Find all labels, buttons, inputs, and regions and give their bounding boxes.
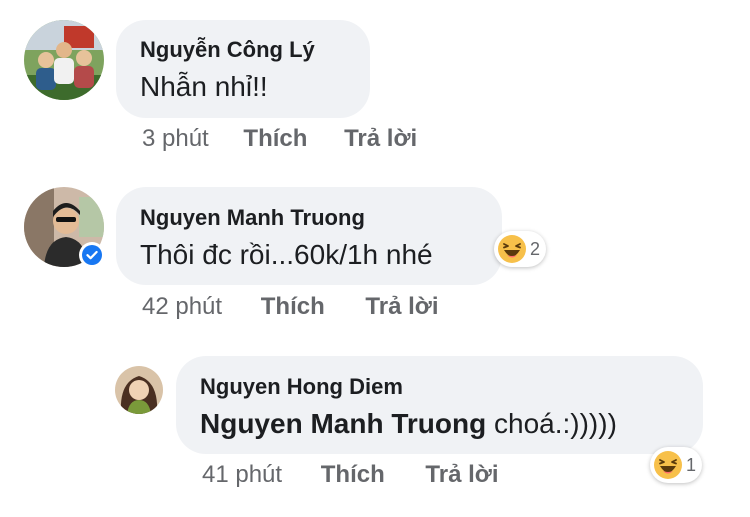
comment-time[interactable]: 42 phút <box>142 293 222 320</box>
reaction-badge[interactable]: 2 <box>494 231 547 267</box>
reply-meta: 41 phút Thích Trả lời <box>202 461 499 489</box>
like-button[interactable]: Thích <box>261 293 325 320</box>
reply-message: choá.:))))) <box>486 408 617 439</box>
avatar[interactable] <box>115 366 163 414</box>
like-button[interactable]: Thích <box>321 461 385 488</box>
reply-author[interactable]: Nguyen Hong Diem <box>200 374 403 400</box>
comment-meta: 3 phút Thích Trả lời <box>142 125 417 153</box>
comment-time[interactable]: 3 phút <box>142 125 209 152</box>
comment-author[interactable]: Nguyễn Công Lý <box>140 37 315 63</box>
mention-link[interactable]: Nguyen Manh Truong <box>200 408 486 439</box>
comment-author[interactable]: Nguyen Manh Truong <box>140 205 365 231</box>
reaction-count: 1 <box>686 454 697 475</box>
reaction-count: 2 <box>530 238 541 259</box>
comment-text: Thôi đc rồi...60k/1h nhé <box>140 239 433 270</box>
reply-button[interactable]: Trả lời <box>365 293 438 320</box>
reply-button[interactable]: Trả lời <box>425 461 498 488</box>
like-button[interactable]: Thích <box>243 125 307 152</box>
verified-badge-icon <box>79 242 105 268</box>
comment-meta: 42 phút Thích Trả lời <box>142 293 439 321</box>
haha-emoji-icon <box>654 451 682 479</box>
haha-emoji-icon <box>498 235 526 263</box>
comment-bubble <box>116 20 370 118</box>
reply-text: Nguyen Manh Truong choá.:))))) <box>200 408 617 440</box>
avatar[interactable] <box>24 20 104 100</box>
comment-text: Nhẫn nhỉ!! <box>140 71 268 102</box>
reaction-badge[interactable]: 1 <box>650 447 703 483</box>
comment-thread: Nguyễn Công Lý Nhẫn nhỉ!! 3 phút Thích T… <box>0 0 750 517</box>
reply-time[interactable]: 41 phút <box>202 461 282 488</box>
reply-button[interactable]: Trả lời <box>344 125 417 152</box>
